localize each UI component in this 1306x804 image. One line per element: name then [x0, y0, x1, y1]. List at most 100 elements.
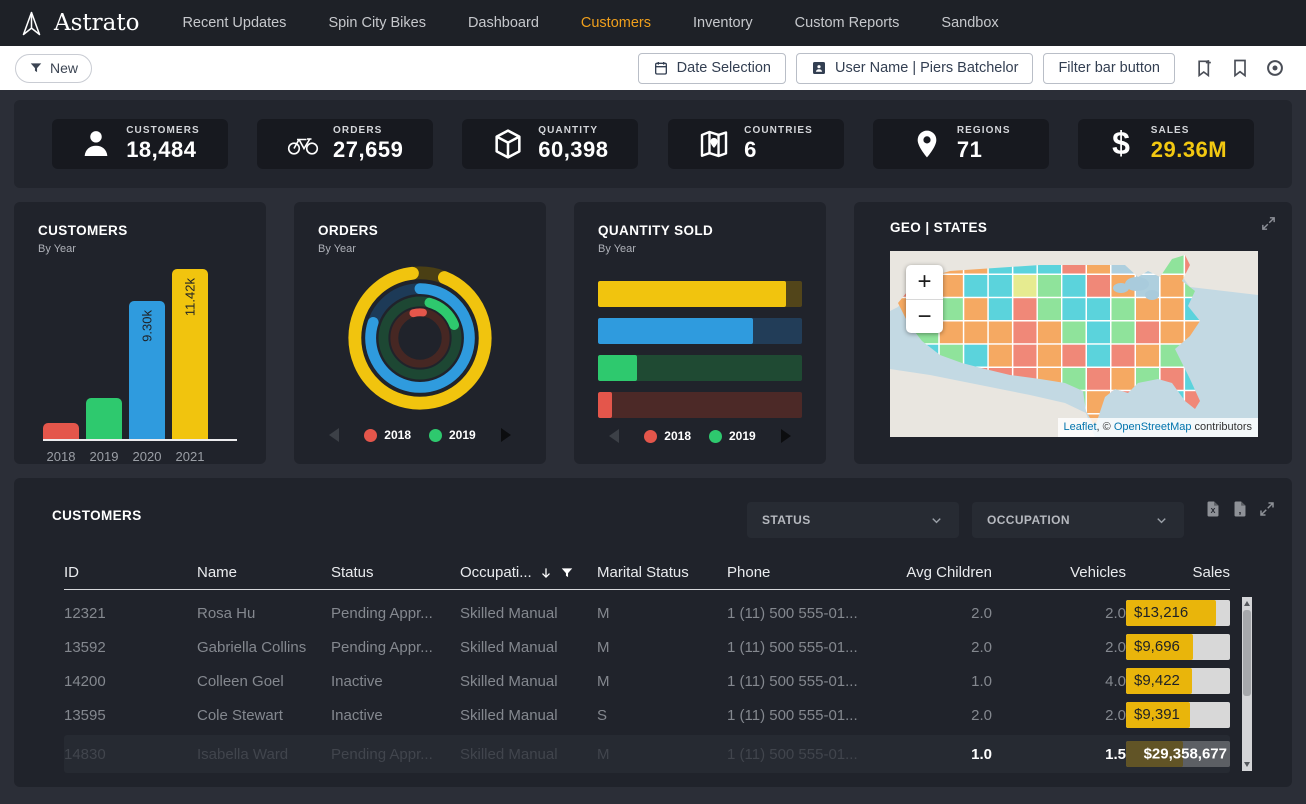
nav-item-inventory[interactable]: Inventory: [672, 0, 774, 46]
scrollbar-thumb[interactable]: [1243, 610, 1251, 696]
new-filter-button[interactable]: New: [15, 54, 92, 83]
expand-icon[interactable]: [1258, 500, 1276, 518]
kpi-card-countries: COUNTRIES6: [668, 119, 844, 169]
total-sales-value: $29,358,677: [1144, 746, 1227, 763]
hbar-2021[interactable]: [598, 281, 802, 307]
column-filter-icon[interactable]: [560, 566, 574, 580]
sort-desc-icon[interactable]: [539, 566, 553, 580]
col-header-status[interactable]: Status: [331, 564, 460, 581]
leaflet-link[interactable]: Leaflet: [1064, 421, 1097, 433]
legend-label: 2018: [384, 428, 411, 442]
legend-item-2019[interactable]: 2019: [709, 429, 756, 443]
panel-title: ORDERS: [318, 223, 522, 238]
cell-name: Gabriella Collins: [197, 639, 331, 656]
col-header-vehicles[interactable]: Vehicles: [992, 564, 1126, 581]
nav-item-spin-city-bikes[interactable]: Spin City Bikes: [307, 0, 447, 46]
cell-avg_children: 2.0: [887, 707, 992, 724]
eye-icon[interactable]: [1265, 58, 1285, 78]
bookmark-icon[interactable]: [1230, 58, 1250, 78]
kpi-text: ORDERS27,659: [333, 125, 403, 163]
sales-value: $9,422: [1134, 668, 1180, 694]
legend-next-button[interactable]: [781, 429, 791, 443]
occupation-filter-dropdown[interactable]: OCCUPATION: [972, 502, 1184, 538]
col-header-sales[interactable]: Sales: [1126, 564, 1230, 581]
nav-item-recent-updates[interactable]: Recent Updates: [161, 0, 307, 46]
scroll-down-arrow[interactable]: [1244, 762, 1250, 767]
ghost-cell-marital: M: [597, 746, 727, 763]
table-totals-row: 14830Isabella WardPending Appr...Skilled…: [64, 735, 1230, 773]
date-selection-button[interactable]: Date Selection: [638, 53, 786, 84]
col-header-label: Phone: [727, 564, 770, 581]
cell-marital: M: [597, 639, 727, 656]
donut-chart[interactable]: [318, 259, 522, 417]
quantity-chart-panel: QUANTITY SOLD By Year 20182019: [574, 202, 826, 464]
bar-2019[interactable]: [86, 398, 122, 439]
legend-item-2018[interactable]: 2018: [644, 429, 691, 443]
ghost-cell-id: 14830: [64, 746, 197, 763]
bar-2020[interactable]: 9.30k: [129, 301, 165, 439]
kpi-card-sales: $SALES29.36M: [1078, 119, 1254, 169]
hbar-2018[interactable]: [598, 392, 802, 418]
cell-occupation: Skilled Manual: [460, 639, 597, 656]
cell-id: 14200: [64, 673, 197, 690]
col-header-marital-status[interactable]: Marital Status: [597, 564, 727, 581]
col-header-avg-children[interactable]: Avg Children: [887, 564, 992, 581]
status-filter-dropdown[interactable]: STATUS: [747, 502, 959, 538]
nav-item-customers[interactable]: Customers: [560, 0, 672, 46]
table-row-13595[interactable]: 13595Cole StewartInactiveSkilled ManualS…: [64, 698, 1230, 732]
col-header-phone[interactable]: Phone: [727, 564, 887, 581]
bar-2018[interactable]: [43, 423, 79, 439]
bar-2021[interactable]: 11.42k: [172, 269, 208, 439]
bookmark-add-icon[interactable]: [1195, 58, 1215, 78]
col-header-occupati[interactable]: Occupati...: [460, 564, 597, 581]
kpi-text: COUNTRIES6: [744, 125, 813, 163]
ghost-cell-occupation: Skilled Manual: [460, 746, 597, 763]
table-header-bar: CUSTOMERS STATUS OCCUPATION X ,: [14, 498, 1292, 538]
sales-value: $13,216: [1134, 600, 1188, 626]
col-header-id[interactable]: ID: [64, 564, 197, 581]
legend-item-2019[interactable]: 2019: [429, 428, 476, 442]
excel-export-icon[interactable]: X: [1204, 500, 1222, 518]
cell-status: Pending Appr...: [331, 639, 460, 656]
legend-prev-button[interactable]: [329, 428, 339, 442]
us-states-map[interactable]: [890, 251, 1258, 437]
nav-item-dashboard[interactable]: Dashboard: [447, 0, 560, 46]
table-row-13592[interactable]: 13592Gabriella CollinsPending Appr...Ski…: [64, 630, 1230, 664]
dollar-kpi-icon: $: [1105, 128, 1137, 160]
cell-phone: 1 (11) 500 555-01...: [727, 707, 887, 724]
map-container[interactable]: + − Leaflet, © OpenStreetMap contributor…: [890, 251, 1258, 437]
filter-bar-button[interactable]: Filter bar button: [1043, 53, 1175, 84]
person-kpi-icon: [80, 128, 112, 160]
nav-item-custom-reports[interactable]: Custom Reports: [774, 0, 921, 46]
hbar-2020[interactable]: [598, 318, 802, 344]
nav-item-sandbox[interactable]: Sandbox: [920, 0, 1019, 46]
top-nav: Astrato Recent UpdatesSpin City BikesDas…: [0, 0, 1306, 46]
bar-value-label: 11.42k: [183, 278, 198, 316]
legend-prev-button[interactable]: [609, 429, 619, 443]
cell-vehicles: 2.0: [992, 639, 1126, 656]
zoom-in-button[interactable]: +: [906, 265, 943, 299]
scroll-up-arrow[interactable]: [1244, 601, 1250, 606]
user-name-label: User Name | Piers Batchelor: [835, 60, 1018, 76]
legend-next-button[interactable]: [501, 428, 511, 442]
status-filter-label: STATUS: [762, 513, 811, 527]
legend-item-2018[interactable]: 2018: [364, 428, 411, 442]
bicycle-kpi-icon: [287, 128, 319, 160]
cell-id: 12321: [64, 605, 197, 622]
osm-link[interactable]: OpenStreetMap: [1114, 421, 1192, 433]
col-header-name[interactable]: Name: [197, 564, 331, 581]
zoom-out-button[interactable]: −: [906, 299, 943, 333]
brand[interactable]: Astrato: [18, 10, 139, 37]
table-scrollbar[interactable]: [1242, 597, 1252, 771]
csv-export-icon[interactable]: ,: [1231, 500, 1249, 518]
table-row-14200[interactable]: 14200Colleen GoelInactiveSkilled ManualM…: [64, 664, 1230, 698]
table-row-12321[interactable]: 12321Rosa HuPending Appr...Skilled Manua…: [64, 596, 1230, 630]
svg-text:,: ,: [1239, 505, 1242, 517]
cell-sales: $9,696: [1126, 634, 1230, 660]
hbar-2019[interactable]: [598, 355, 802, 381]
panel-subtitle: By Year: [38, 243, 242, 255]
expand-icon[interactable]: [1260, 215, 1277, 232]
user-name-button[interactable]: User Name | Piers Batchelor: [796, 53, 1033, 84]
customers-chart-panel: CUSTOMERS By Year 9.30k11.42k 2018201920…: [14, 202, 266, 464]
col-header-label: Name: [197, 564, 237, 581]
